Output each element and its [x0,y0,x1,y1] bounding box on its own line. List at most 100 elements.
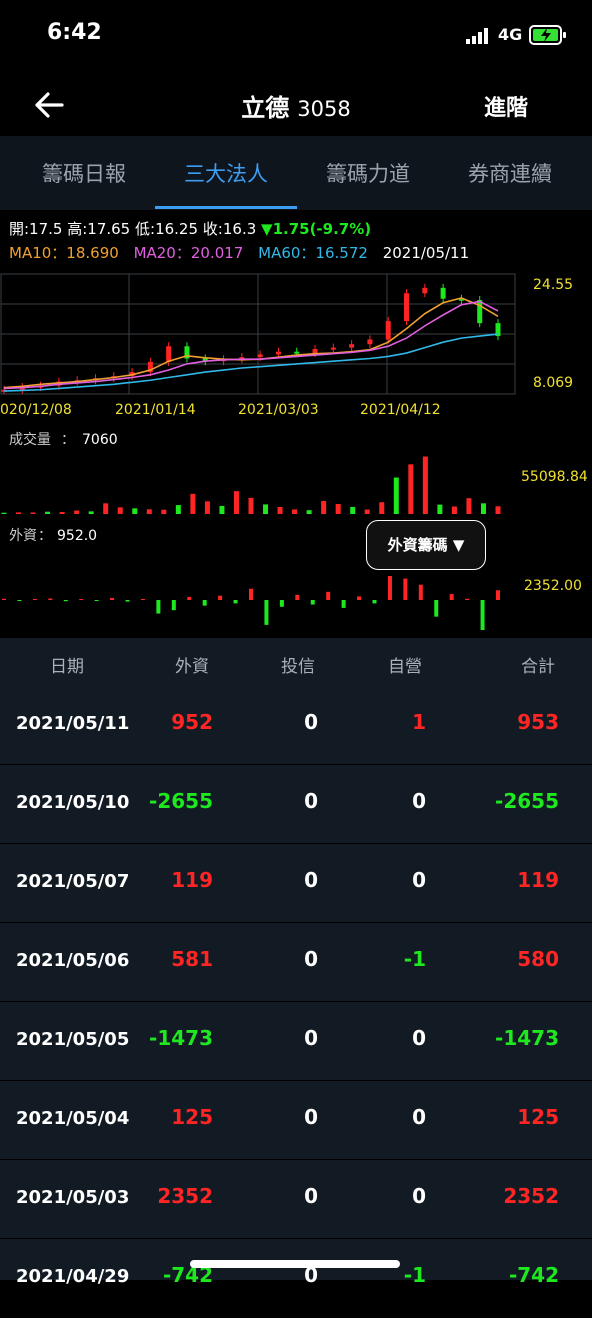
row-total: 125 [517,1105,559,1129]
table-row[interactable]: 2021/05/04 125 0 0 125 [0,1081,592,1160]
row-date: 2021/05/06 [16,950,130,971]
row-date: 2021/05/03 [16,1187,130,1208]
row-foreign: 2352 [157,1184,213,1208]
volume-bar [204,501,210,514]
volume-bar [190,493,196,514]
table-row[interactable]: 2021/04/29 -742 0 -1 -742 [0,1239,592,1318]
foreign-bar [187,596,192,600]
tab-chip-power[interactable]: 籌碼力道 [294,158,442,188]
ma10-line [3,297,499,389]
row-total: -742 [508,1263,559,1287]
tab-institutional[interactable]: 三大法人 [152,158,300,188]
volume-bar [219,505,225,514]
volume-bar [437,504,443,514]
foreign-label: 外資 [9,528,37,544]
foreign-bar [79,599,84,600]
price-volume-chart: 24.55 8.069 020/12/08 2021/01/14 2021/03… [0,273,588,630]
header-date: 日期 [50,657,84,677]
foreign-bar [326,591,331,600]
row-total: 2352 [503,1184,559,1208]
x-tick-3: 2021/03/03 [238,402,319,418]
foreign-bar [449,594,454,600]
volume-bar [88,511,94,514]
price-axis-low: 8.069 [533,375,573,391]
volume-bar [393,477,399,514]
stock-name: 立德 [241,94,290,122]
row-total: -2655 [495,789,559,813]
svg-text:：: ： [38,528,52,544]
volume-bar [263,504,269,514]
table-row[interactable]: 2021/05/07 119 0 0 119 [0,844,592,923]
table-row[interactable]: 2021/05/05 -1473 0 0 -1473 [0,1002,592,1081]
row-date: 2021/05/07 [16,871,130,892]
volume-bar [146,509,152,514]
x-tick-1: 020/12/08 [0,402,72,418]
foreign-series [2,576,500,630]
foreign-axis-max: 2352.00 [524,578,582,594]
row-trust: 0 [304,1026,318,1050]
foreign-bar [233,600,238,604]
home-indicator[interactable] [190,1260,400,1268]
row-trust: 0 [304,868,318,892]
foreign-bar [202,600,207,606]
row-date: 2021/05/10 [16,792,130,813]
table-header: 日期 外資 投信 自營 合計 [0,638,592,686]
header-foreign: 外資 [175,657,209,677]
volume-bar [248,497,254,514]
foreign-bar [480,600,485,630]
row-date: 2021/04/29 [16,1266,130,1287]
row-foreign: 119 [171,868,213,892]
x-tick-2: 2021/01/14 [115,402,196,418]
table-row[interactable]: 2021/05/03 2352 0 0 2352 [0,1160,592,1239]
table-row[interactable]: 2021/05/06 581 0 -1 580 [0,923,592,1002]
foreign-bar [465,598,470,600]
tab-bar: 籌碼日報 三大法人 籌碼力道 券商連續 [0,136,592,210]
volume-bar [16,512,22,514]
volume-bar [408,464,414,514]
foreign-bar [140,599,145,600]
volume-bar [422,456,428,514]
foreign-bar [48,598,53,600]
foreign-bar [295,594,300,600]
volume-bar [175,505,181,514]
volume-bar [132,508,138,514]
volume-bar [45,511,51,514]
volume-value: 7060 [82,432,118,448]
volume-bar [1,512,7,514]
volume-bar [379,502,385,514]
row-total: 119 [517,868,559,892]
foreign-bar [496,590,500,600]
foreign-bar [2,598,6,600]
advanced-button[interactable]: 進階 [484,90,528,122]
table-row[interactable]: 2021/05/11 952 0 1 953 [0,686,592,765]
row-foreign: 952 [171,710,213,734]
volume-bar [117,507,123,514]
row-dealer: -1 [403,947,426,971]
foreign-bar [171,600,176,611]
foreign-bar [403,578,408,600]
status-bar: 6:42 4G [0,0,592,72]
volume-bar [350,506,356,514]
row-dealer: 1 [412,710,426,734]
foreign-bar [264,600,269,625]
foreign-chip-dropdown[interactable]: 外資籌碼 ▼ [366,520,486,570]
foreign-bar [218,595,223,600]
volume-bar [364,509,370,514]
foreign-bar [310,600,315,605]
status-time: 6:42 [47,20,102,45]
tab-broker-continuous[interactable]: 券商連續 [436,158,584,188]
foreign-bar [279,600,284,607]
tab-chip-daily[interactable]: 籌碼日報 [10,158,158,188]
foreign-bar [418,584,423,600]
row-date: 2021/05/04 [16,1108,130,1129]
volume-bar [321,500,327,514]
row-total: 953 [517,710,559,734]
stock-code: 3058 [297,97,351,121]
network-label: 4G [498,25,523,44]
volume-bar [306,510,312,514]
row-trust: 0 [304,1105,318,1129]
table-row[interactable]: 2021/05/10 -2655 0 0 -2655 [0,765,592,844]
header-trust: 投信 [281,657,315,677]
chart-panel: 開:17.5 高:17.65 低:16.25 收:16.3 ▼1.75(-9.7… [0,210,592,638]
row-dealer: 0 [412,1184,426,1208]
